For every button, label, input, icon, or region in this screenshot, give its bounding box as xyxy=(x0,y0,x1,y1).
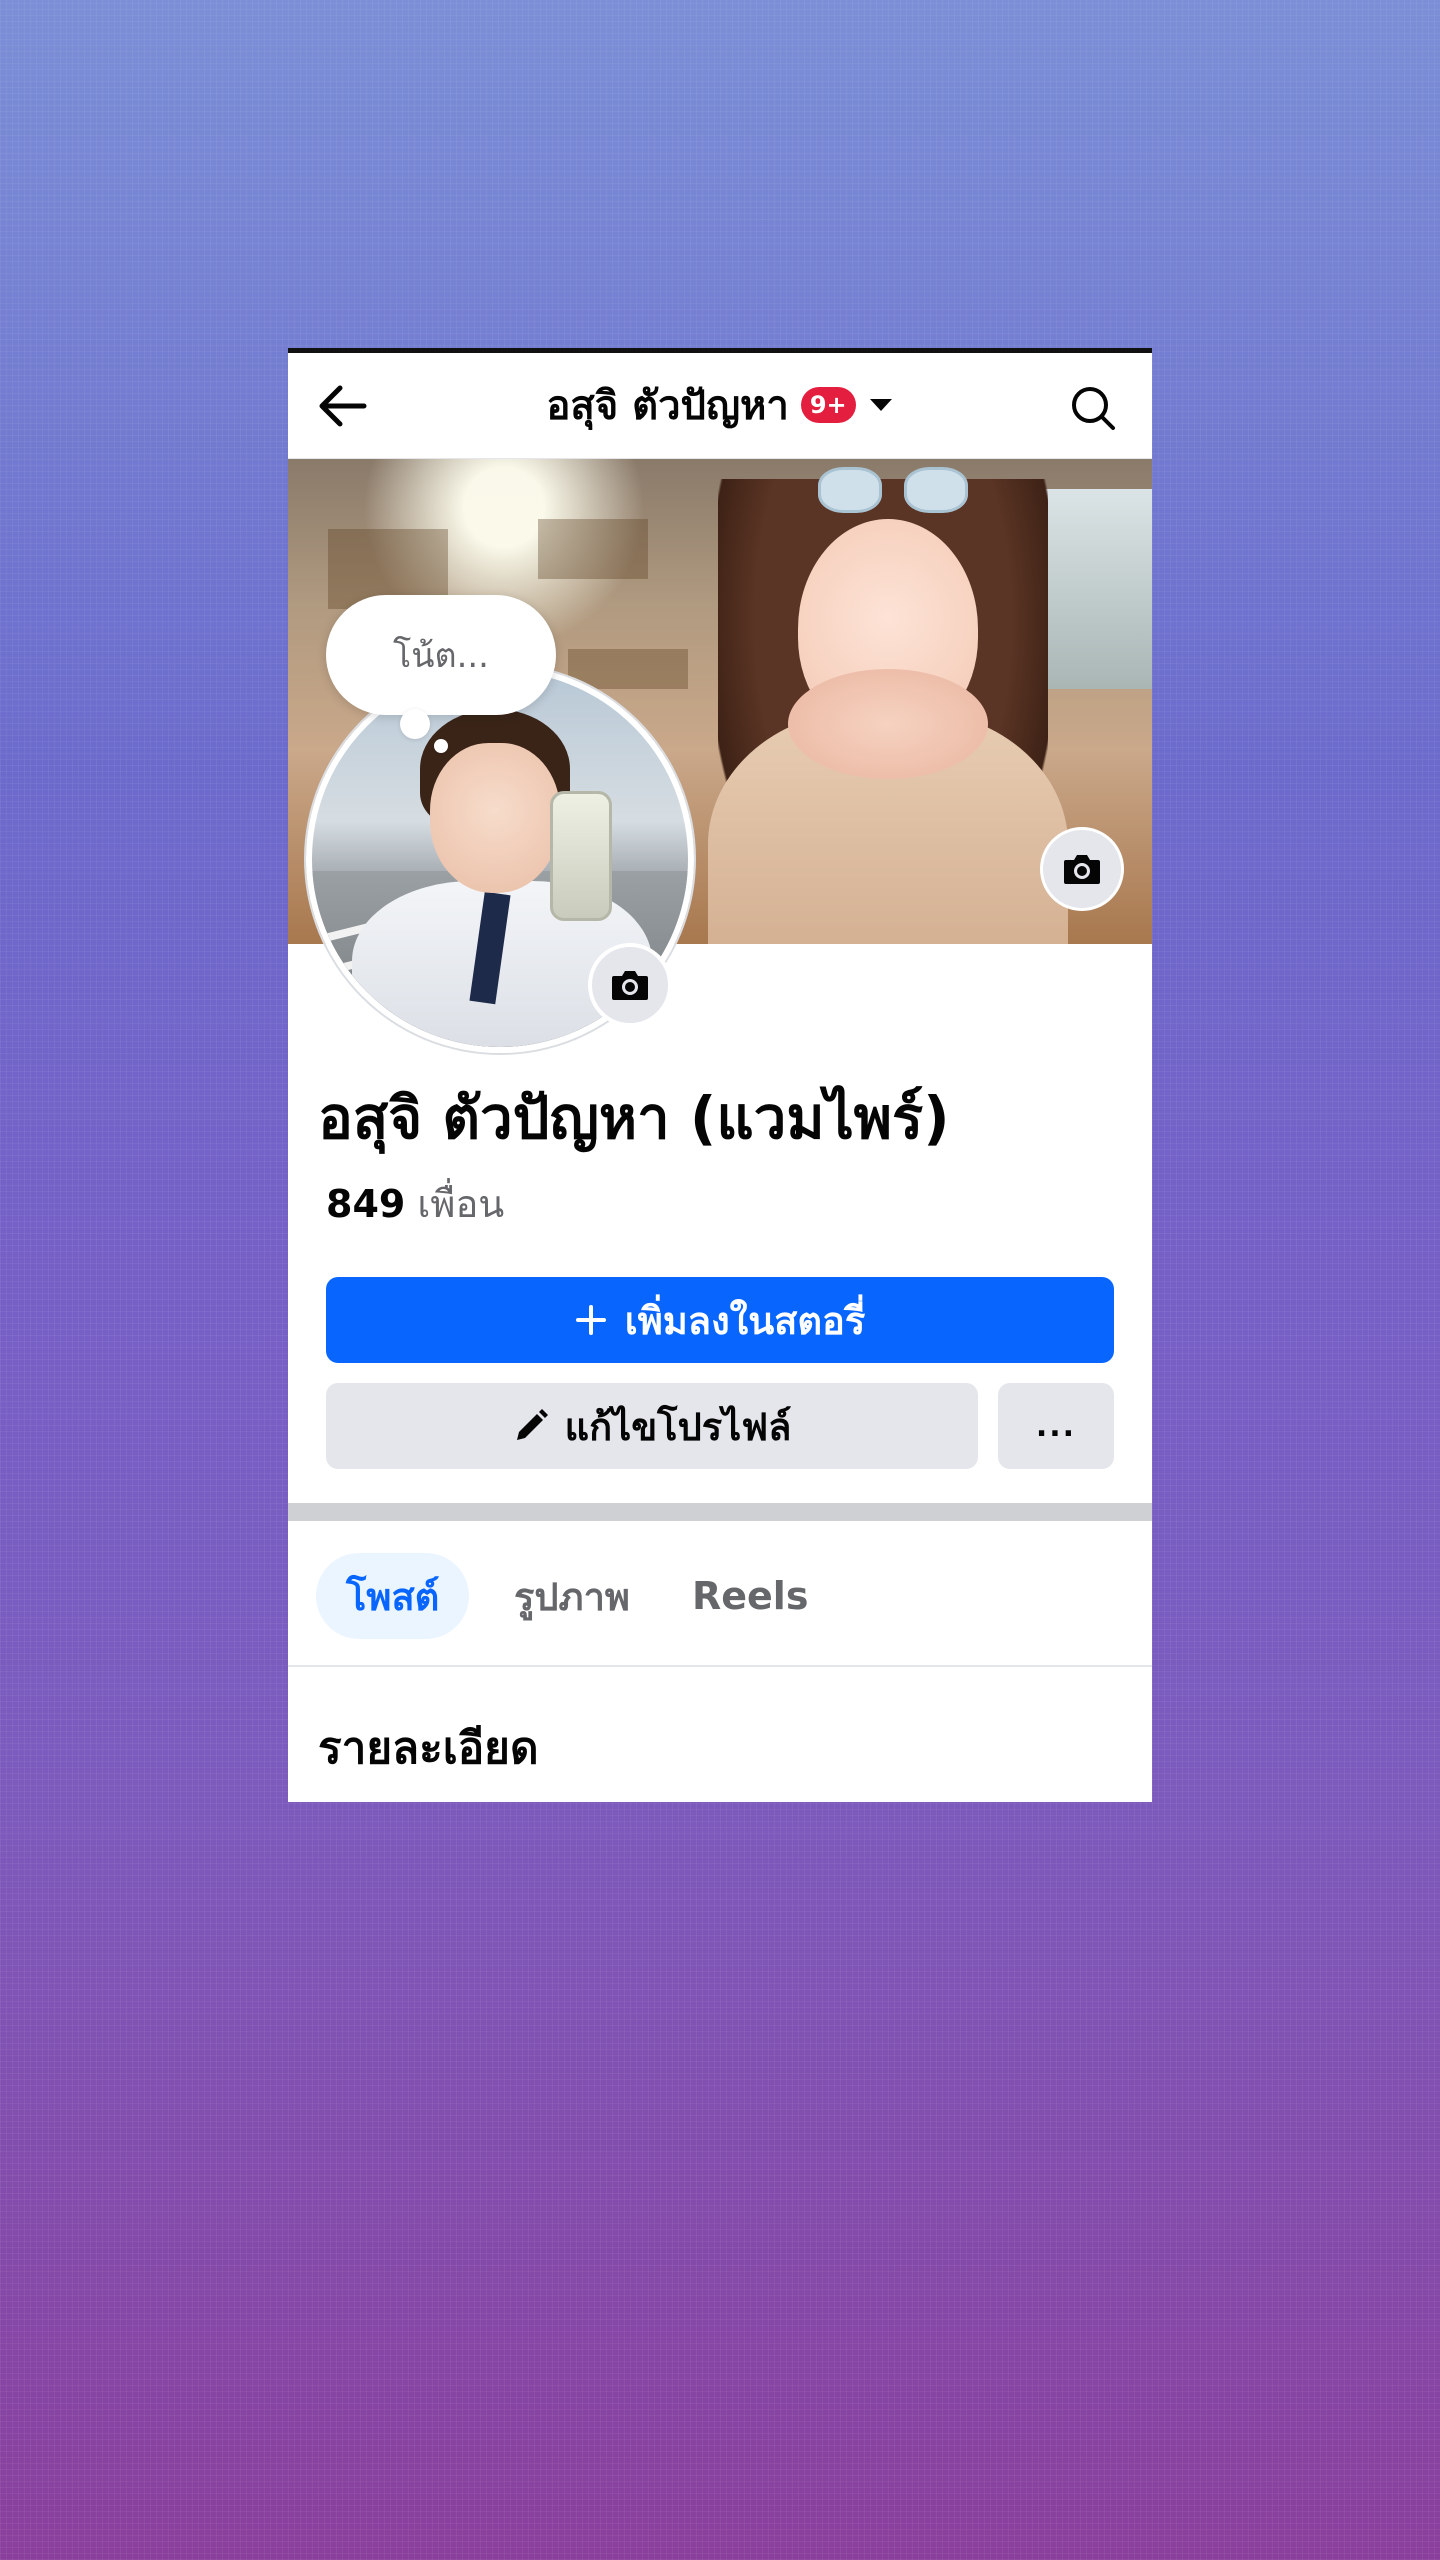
note-placeholder: โน้ต... xyxy=(392,636,489,676)
plus-icon xyxy=(575,1305,606,1335)
avatar-person-face xyxy=(430,743,560,893)
avatar-phone xyxy=(550,791,612,921)
page-title: อสุจิ ตัวปัญหา xyxy=(546,383,789,429)
add-to-story-button[interactable]: เพิ่มลงในสตอรี่ xyxy=(326,1277,1114,1363)
account-switcher[interactable]: อสุจิ ตัวปัญหา 9+ xyxy=(288,375,1152,435)
friends-number: 849 xyxy=(326,1182,406,1226)
cover-background-shelf xyxy=(568,649,688,689)
note-bubble-tail xyxy=(434,739,448,753)
camera-icon xyxy=(612,971,648,1000)
tab-posts[interactable]: โพสต์ xyxy=(316,1553,470,1639)
search-icon xyxy=(1072,387,1115,430)
edit-cover-button[interactable] xyxy=(1040,827,1124,911)
note-bubble[interactable]: โน้ต... xyxy=(326,595,556,715)
friends-label: เพื่อน xyxy=(417,1182,505,1226)
cover-background-shelf xyxy=(538,519,648,579)
notification-badge: 9+ xyxy=(800,387,856,423)
cover-person-hands xyxy=(788,669,988,779)
more-options-button[interactable]: ... xyxy=(998,1383,1114,1469)
note-bubble-tail xyxy=(400,709,430,739)
cover-person-bow xyxy=(818,467,968,519)
friends-count[interactable]: 849 เพื่อน xyxy=(326,1173,504,1234)
tab-reels[interactable]: Reels xyxy=(662,1553,838,1639)
camera-icon xyxy=(1064,855,1100,884)
edit-profile-label: แก้ไขโปรไฟล์ xyxy=(564,1404,792,1449)
more-options-label: ... xyxy=(1035,1408,1077,1444)
profile-screen: อสุจิ ตัวปัญหา 9+ โน้ต... อสุจิ ตัวปัญหา… xyxy=(288,348,1152,1802)
profile-name: อสุจิ ตัวปัญหา (แวมไพร์) xyxy=(318,1084,950,1152)
edit-profile-picture-button[interactable] xyxy=(588,943,672,1027)
edit-profile-button[interactable]: แก้ไขโปรไฟล์ xyxy=(326,1383,978,1469)
tab-photos[interactable]: รูปภาพ xyxy=(484,1553,660,1639)
pencil-icon xyxy=(516,1409,548,1440)
add-to-story-label: เพิ่มลงในสตอรี่ xyxy=(624,1298,866,1343)
details-heading: รายละเอียด xyxy=(318,1723,539,1774)
profile-tabs: โพสต์ รูปภาพ Reels xyxy=(288,1521,1152,1667)
section-divider xyxy=(288,1503,1152,1521)
top-bar: อสุจิ ตัวปัญหา 9+ xyxy=(288,353,1152,459)
caret-down-icon xyxy=(869,399,892,411)
search-button[interactable] xyxy=(1068,383,1118,433)
